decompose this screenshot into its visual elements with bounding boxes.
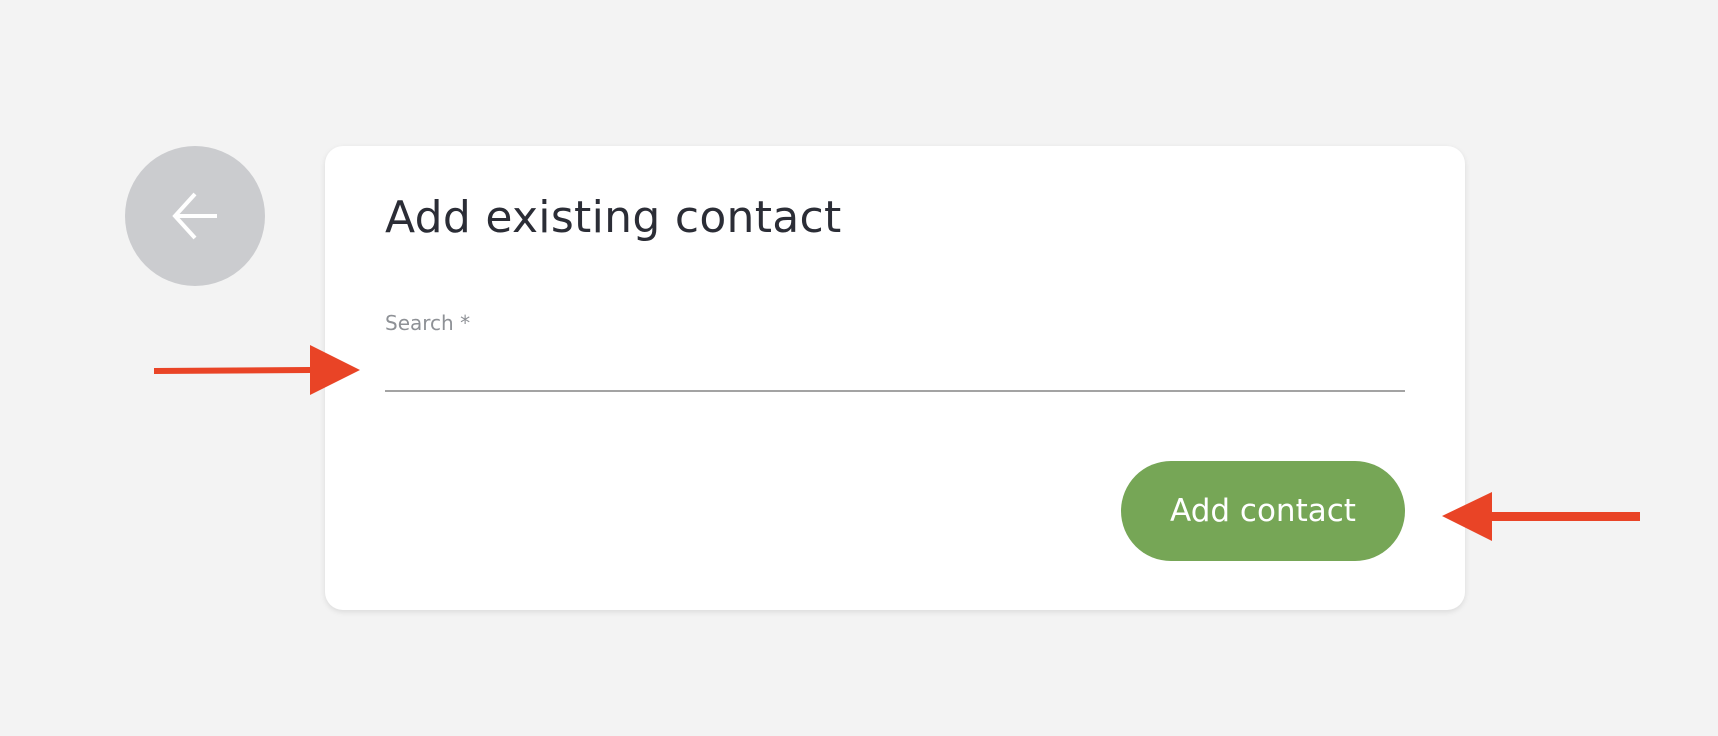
add-contact-button[interactable]: Add contact [1121, 461, 1405, 561]
search-label: Search * [385, 311, 471, 335]
search-input[interactable] [385, 344, 1405, 392]
back-button[interactable] [125, 146, 265, 286]
annotation-arrow-to-add-button [1442, 492, 1640, 541]
annotation-arrow-to-search [154, 345, 360, 395]
add-contact-card: Add existing contact Search * Add contac… [325, 146, 1465, 610]
card-title: Add existing contact [385, 192, 842, 243]
arrow-left-icon [172, 192, 217, 240]
